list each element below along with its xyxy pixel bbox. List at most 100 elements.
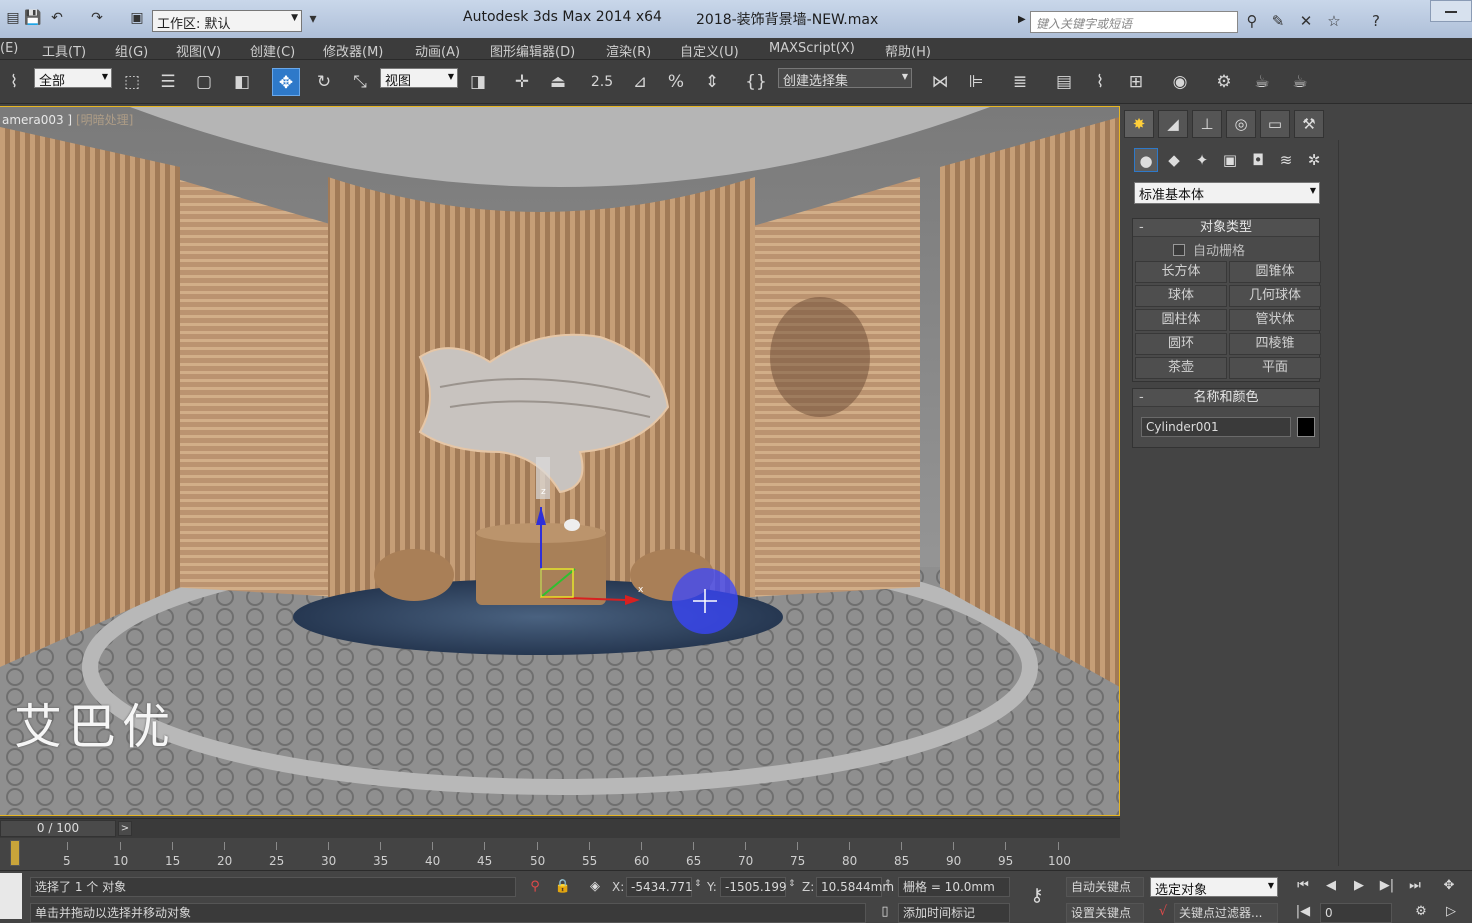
schematic-view-icon[interactable]: ⊞ xyxy=(1122,68,1150,96)
menu-animation[interactable]: 动画(A) xyxy=(415,41,460,60)
communication-icon[interactable]: ✕ xyxy=(1296,11,1316,31)
key-filter-icon[interactable]: √ xyxy=(1152,903,1174,921)
cylinder-button[interactable]: 圆柱体 xyxy=(1135,309,1227,331)
tools-icon[interactable]: ✎ xyxy=(1268,11,1288,31)
go-to-start-icon[interactable]: ⏮ xyxy=(1292,877,1314,895)
sphere-button[interactable]: 球体 xyxy=(1135,285,1227,307)
z-coordinate-input[interactable]: 10.5844mm xyxy=(816,877,894,897)
time-slider[interactable]: 0 / 100 > xyxy=(0,818,1120,838)
spinner-snap-icon[interactable]: ⇕ xyxy=(698,68,726,96)
keyboard-shortcut-icon[interactable]: ⏏ xyxy=(544,68,572,96)
selection-filter-dropdown[interactable]: 全部 ▼ xyxy=(34,68,112,89)
maxscript-listener-icon[interactable] xyxy=(0,873,22,919)
key-icon[interactable]: ⚷ xyxy=(1026,887,1048,905)
menu-help[interactable]: 帮助(H) xyxy=(885,41,931,60)
object-type-header[interactable]: - 对象类型 xyxy=(1133,219,1319,237)
orbit-icon[interactable]: ▷ xyxy=(1440,903,1462,921)
select-scale-icon[interactable]: ⤡ xyxy=(346,68,374,96)
track-bar[interactable]: 5 10 15 20 25 30 35 40 45 50 55 60 65 70… xyxy=(0,838,1120,870)
plane-button[interactable]: 平面 xyxy=(1229,357,1321,379)
manipulate-icon[interactable]: ✛ xyxy=(508,68,536,96)
tab-create[interactable]: ✸ xyxy=(1124,110,1154,138)
key-filters-button[interactable]: 关键点过滤器... xyxy=(1174,903,1278,923)
helpers-icon[interactable]: ◘ xyxy=(1246,148,1270,172)
favorites-star-icon[interactable]: ☆ xyxy=(1324,11,1344,31)
binoculars-icon[interactable]: ⚲ xyxy=(1242,11,1262,31)
rendered-frame-icon[interactable]: ☕ xyxy=(1248,68,1276,96)
undo-icon[interactable]: ↶ xyxy=(48,9,66,27)
tab-display[interactable]: ▭ xyxy=(1260,110,1290,138)
next-frame-icon[interactable]: ▶| xyxy=(1376,877,1398,895)
name-color-header[interactable]: - 名称和颜色 xyxy=(1133,389,1319,407)
render-setup-icon[interactable]: ⚙ xyxy=(1210,68,1238,96)
graphite-ribbon-icon[interactable]: ▤ xyxy=(1050,68,1078,96)
primitive-category-dropdown[interactable]: 标准基本体 ▼ xyxy=(1134,182,1320,204)
pyramid-button[interactable]: 四棱锥 xyxy=(1229,333,1321,355)
tab-modify[interactable]: ◢ xyxy=(1158,110,1188,138)
current-frame-marker[interactable] xyxy=(10,840,20,866)
key-mode-toggle-icon[interactable]: |◀ xyxy=(1292,903,1314,921)
teapot-button[interactable]: 茶壶 xyxy=(1135,357,1227,379)
spacewarps-icon[interactable]: ≋ xyxy=(1274,148,1298,172)
autogrid-checkbox[interactable]: 自动栅格 xyxy=(1173,240,1245,259)
render-production-icon[interactable]: ☕ xyxy=(1286,68,1314,96)
absolute-mode-icon[interactable]: ◈ xyxy=(584,878,606,896)
play-icon[interactable]: ▶ xyxy=(1348,877,1370,895)
select-object-icon[interactable]: ⬚ xyxy=(118,68,146,96)
snap-toggle-icon[interactable]: 2.5 xyxy=(588,68,616,96)
geosphere-button[interactable]: 几何球体 xyxy=(1229,285,1321,307)
help-icon[interactable]: ? xyxy=(1366,11,1386,31)
menu-tools[interactable]: 工具(T) xyxy=(42,41,86,60)
object-name-input[interactable]: Cylinder001 xyxy=(1141,417,1291,437)
camera-name[interactable]: amera003 ] xyxy=(2,113,72,127)
workspace-dropdown[interactable]: 工作区: 默认 ▼ xyxy=(152,10,302,32)
x-coordinate-input[interactable]: -5434.771 xyxy=(626,877,693,897)
menu-maxscript[interactable]: MAXScript(X) xyxy=(769,41,855,56)
select-rotate-icon[interactable]: ↻ xyxy=(310,68,338,96)
menu-rendering[interactable]: 渲染(R) xyxy=(606,41,651,60)
minimize-button[interactable] xyxy=(1430,0,1472,22)
key-mode-dropdown[interactable]: 选定对象 ▼ xyxy=(1150,877,1278,898)
search-input[interactable]: 键入关键字或短语 xyxy=(1030,11,1238,33)
search-expand-icon[interactable]: ▶ xyxy=(1018,14,1026,25)
geometry-icon[interactable]: ● xyxy=(1134,148,1158,172)
previous-frame-icon[interactable]: ◀ xyxy=(1320,877,1342,895)
lock-icon[interactable]: 🔒 xyxy=(552,878,574,896)
angle-snap-icon[interactable]: ⊿ xyxy=(626,68,654,96)
isolate-selection-icon[interactable]: ⚲ xyxy=(524,878,546,896)
lights-icon[interactable]: ✦ xyxy=(1190,148,1214,172)
pan-view-icon[interactable]: ✥ xyxy=(1438,877,1460,895)
shapes-icon[interactable]: ◆ xyxy=(1162,148,1186,172)
time-tag-icon[interactable]: ▯ xyxy=(874,903,896,921)
cone-button[interactable]: 圆锥体 xyxy=(1229,261,1321,283)
tube-button[interactable]: 管状体 xyxy=(1229,309,1321,331)
menu-create[interactable]: 创建(C) xyxy=(250,41,295,60)
material-editor-icon[interactable]: ◉ xyxy=(1166,68,1194,96)
object-color-swatch[interactable] xyxy=(1297,417,1315,437)
y-coordinate-input[interactable]: -1505.199 xyxy=(720,877,787,897)
reference-coord-dropdown[interactable]: 视图 ▼ xyxy=(380,68,458,89)
tab-hierarchy[interactable]: ⊥ xyxy=(1192,110,1222,138)
window-crossing-icon[interactable]: ◧ xyxy=(228,68,256,96)
pivot-center-icon[interactable]: ◨ xyxy=(464,68,492,96)
spinner-icon[interactable]: ⇕ xyxy=(788,879,796,889)
menu-group[interactable]: 组(G) xyxy=(115,41,148,60)
box-button[interactable]: 长方体 xyxy=(1135,261,1227,283)
spinner-icon[interactable]: ⇕ xyxy=(694,879,702,889)
link-icon[interactable]: ⌇ xyxy=(0,68,28,96)
set-key-button[interactable]: 设置关键点 xyxy=(1066,903,1144,923)
time-config-icon[interactable]: ⚙ xyxy=(1410,903,1432,921)
current-frame-input[interactable]: 0 xyxy=(1320,903,1392,923)
menu-customize[interactable]: 自定义(U) xyxy=(680,41,739,60)
menu-modifiers[interactable]: 修改器(M) xyxy=(323,41,383,60)
add-time-tag-button[interactable]: 添加时间标记 xyxy=(898,903,1010,923)
menu-graph-editors[interactable]: 图形编辑器(D) xyxy=(490,41,575,60)
cameras-icon[interactable]: ▣ xyxy=(1218,148,1242,172)
project-folder-icon[interactable]: ▣ xyxy=(128,9,146,27)
perspective-viewport[interactable]: amera003 ] [明暗处理] z x 艾巴优 xyxy=(0,106,1120,816)
redo-icon[interactable]: ↷ xyxy=(88,9,106,27)
next-frame-arrow-icon[interactable]: > xyxy=(118,821,132,836)
go-to-end-icon[interactable]: ⏭ xyxy=(1404,877,1426,895)
mirror-icon[interactable]: ⋈ xyxy=(926,68,954,96)
tab-utilities[interactable]: ⚒ xyxy=(1294,110,1324,138)
